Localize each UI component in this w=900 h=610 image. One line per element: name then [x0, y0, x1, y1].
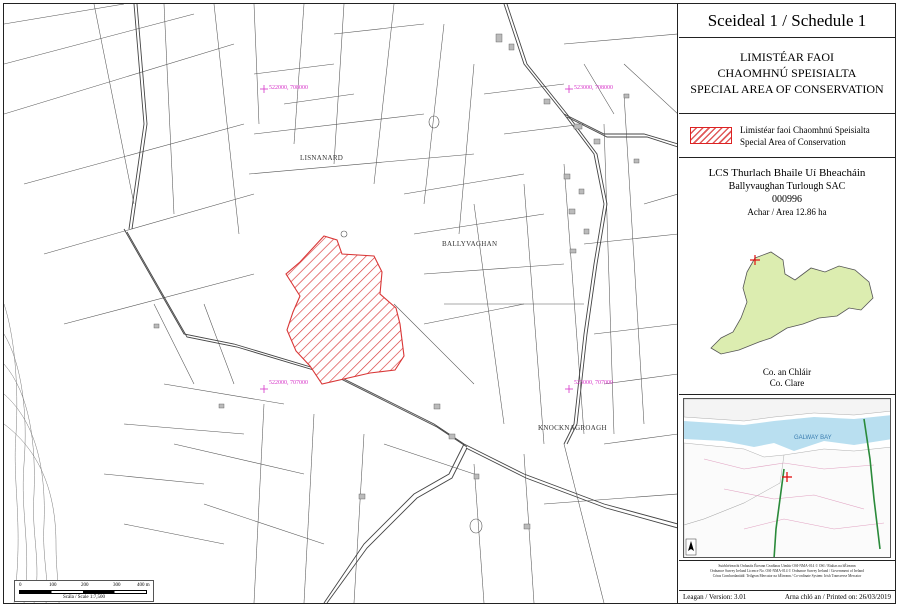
- legend-label-english: Special Area of Conservation: [740, 137, 846, 147]
- scale-tick: 400 m: [137, 583, 150, 588]
- scale-tick: 200: [81, 583, 89, 588]
- site-name-english: Ballyvaughan Turlough SAC: [728, 181, 846, 192]
- legend: Limistéar faoi Chaomhnú Speisialta Speci…: [679, 114, 895, 158]
- roads: [123, 4, 677, 603]
- site-name-irish: LCS Thurlach Bhaile Uí Bheacháin: [708, 167, 866, 179]
- townland-label: KNOCKNAGROAGH: [538, 424, 607, 432]
- footer: Leagan / Version: 3.01 Arna chló an / Pr…: [679, 591, 895, 603]
- townland-label: BALLYVAGHAN: [442, 240, 498, 248]
- grid-label: 522000, 708000: [269, 85, 308, 91]
- scale-tick: 300: [113, 583, 121, 588]
- location-map-section: GALWAY BAY: [679, 395, 895, 561]
- heading-line-1: LIMISTÉAR FAOI: [739, 50, 835, 64]
- site-code: 000996: [772, 194, 802, 205]
- grid-label: 523000, 707000: [574, 380, 613, 386]
- copyright-notice: Suirbhéireacht Ordanáis Éireann Ceadúnas…: [679, 561, 895, 591]
- schedule-title: Sceideal 1 / Schedule 1: [679, 4, 895, 38]
- grid-label: 523000, 708000: [574, 85, 613, 91]
- scale-bar-graphic: [19, 590, 147, 594]
- scale-tick: 100: [49, 583, 57, 588]
- legend-label-irish: Limistéar faoi Chaomhnú Speisialta: [740, 125, 870, 135]
- copyright-line: Córas Comhordanáidí: Teilgean Mercator n…: [712, 574, 862, 578]
- county-english: Co. Clare: [769, 378, 805, 388]
- townland-label: LISNANARD: [300, 154, 344, 162]
- north-arrow: [685, 538, 697, 556]
- grid-label: 522000, 707000: [269, 380, 308, 386]
- buildings: [153, 33, 640, 530]
- info-panel: Sceideal 1 / Schedule 1 LIMISTÉAR FAOI C…: [679, 4, 895, 603]
- main-map[interactable]: LISNANARD BALLYVAGHAN KNOCKNAGROAGH 5220…: [4, 4, 678, 603]
- scale-caption: Scála / Scale 1:7,500: [63, 595, 105, 600]
- heading-line-2: CHAOMHNÚ SPEISIALTA: [717, 66, 857, 80]
- version-label: Leagan / Version: 3.01: [683, 593, 747, 601]
- bay-label: GALWAY BAY: [794, 435, 832, 441]
- sac-boundary: [285, 235, 405, 385]
- site-info: LCS Thurlach Bhaile Uí Bheacháin Ballyva…: [679, 158, 895, 395]
- sac-swatch: [690, 127, 732, 144]
- map-linework: [4, 4, 677, 603]
- heading-line-3: SPECIAL AREA OF CONSERVATION: [690, 82, 884, 96]
- contour-lines: [4, 303, 60, 603]
- location-map[interactable]: GALWAY BAY: [683, 398, 891, 558]
- county-outline-map: [710, 251, 874, 355]
- location-map-graphic: GALWAY BAY: [684, 399, 890, 557]
- designation-heading: LIMISTÉAR FAOI CHAOMHNÚ SPEISIALTA SPECI…: [679, 38, 895, 114]
- printed-date: Arna chló an / Printed on: 26/03/2019: [784, 593, 891, 601]
- scale-bar: 0 100 200 300 400 m Scála / Scale 1:7,50…: [14, 580, 154, 602]
- scale-tick: 0: [19, 583, 22, 588]
- county-irish: Co. an Chláir: [762, 367, 812, 377]
- site-area: Achar / Area 12.86 ha: [747, 207, 827, 217]
